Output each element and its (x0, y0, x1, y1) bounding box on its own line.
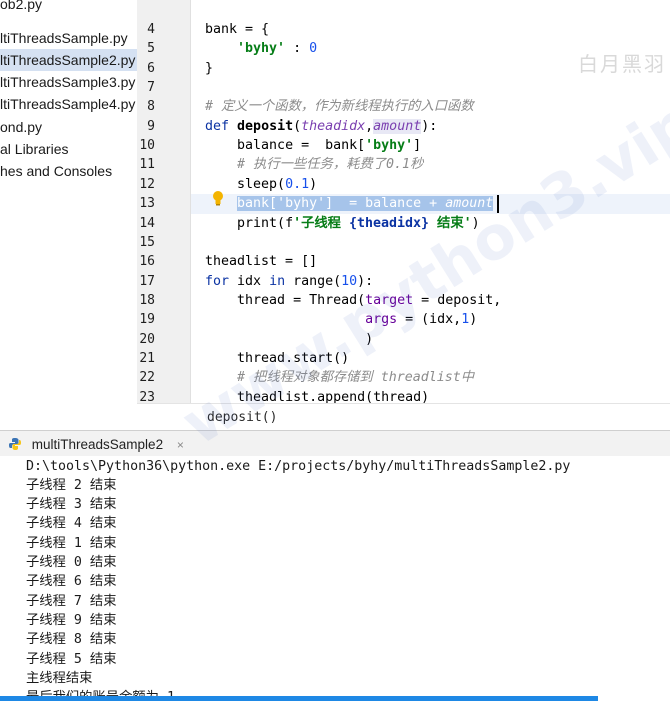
line-number: 12 (139, 177, 155, 192)
code-line: def deposit(theadidx,amount): (205, 119, 438, 134)
console-line: 子线程 3 结束 (26, 497, 117, 512)
line-number: 17 (139, 274, 155, 289)
tree-item-file[interactable]: ond.py (0, 116, 42, 138)
tree-item-external-libraries[interactable]: al Libraries (0, 138, 68, 160)
line-number: 9 (147, 119, 155, 134)
console-line: 子线程 6 结束 (26, 574, 117, 589)
code-editor[interactable]: 白月黑羽 bank = { 'byhy' : 0 } # 定义一个函数，作为新线… (191, 0, 670, 403)
code-line: } (205, 61, 214, 76)
console-line: D:\tools\Python36\python.exe E:/projects… (26, 459, 571, 474)
console-line: 子线程 9 结束 (26, 613, 117, 628)
python-icon (9, 438, 21, 450)
code-line: thread = Thread(target = deposit, (237, 293, 502, 308)
console-line: 子线程 0 结束 (26, 555, 117, 570)
line-number: 14 (139, 216, 155, 231)
code-line: theadlist.append(thread) (237, 390, 430, 403)
console-line: 子线程 8 结束 (26, 632, 117, 647)
console-line: 主线程结束 (26, 671, 93, 686)
code-line: print(f'子线程 {theadidx} 结束') (237, 216, 480, 231)
code-comment: # 把线程对象都存储到 threadlist中 (237, 370, 475, 385)
editor-gutter: 4 5 6 7 8 9 10 11 12 13 14 15 16 17 18 1… (137, 0, 324, 405)
code-comment: # 执行一些任务，耗费了0.1秒 (237, 157, 424, 172)
line-number-current: 13 (139, 196, 155, 211)
run-tab-label: multiThreadsSample2 (31, 437, 164, 452)
console-line: 子线程 1 结束 (26, 536, 117, 551)
line-number: 10 (139, 138, 155, 153)
line-number: 21 (139, 351, 155, 366)
line-number: 20 (139, 332, 155, 347)
code-line: 'byhy' : 0 (237, 41, 318, 56)
line-number: 15 (139, 235, 155, 250)
lightbulb-icon[interactable] (211, 190, 225, 206)
line-number: 4 (147, 22, 155, 37)
line-number: 18 (139, 293, 155, 308)
tree-item-file[interactable]: ltiThreadsSample.py (0, 27, 128, 49)
code-line: args = (idx,1) (365, 312, 478, 327)
console-line: 子线程 4 结束 (26, 516, 117, 531)
run-tab[interactable]: multiThreadsSample2 × (8, 435, 184, 455)
line-number: 7 (147, 80, 155, 95)
breadcrumb[interactable]: deposit() (207, 410, 277, 425)
close-icon[interactable]: × (177, 438, 184, 452)
progress-bar (0, 696, 598, 701)
code-line: for idx in range(10): (205, 274, 374, 289)
console-line: 子线程 7 结束 (26, 594, 117, 609)
line-number: 8 (147, 99, 155, 114)
breadcrumb-bar: deposit() (137, 403, 670, 431)
console-line: 子线程 5 结束 (26, 652, 117, 667)
tree-item-scratches[interactable]: hes and Consoles (0, 160, 112, 182)
line-number: 11 (139, 157, 155, 172)
code-comment: # 定义一个函数，作为新线程执行的入口函数 (205, 99, 474, 114)
code-line: bank = { (205, 22, 270, 37)
code-line: balance = bank['byhy'] (237, 138, 422, 153)
console-line: 子线程 2 结束 (26, 478, 117, 493)
line-number: 5 (147, 41, 155, 56)
line-number: 22 (139, 370, 155, 385)
watermark-logo: 白月黑羽 (578, 52, 666, 76)
code-line-selected: bank['byhy'] = balance + amount (237, 196, 494, 211)
line-number: 16 (139, 254, 155, 269)
code-line: theadlist = [] (205, 254, 318, 269)
line-number: 19 (139, 312, 155, 327)
line-number: 6 (147, 61, 155, 76)
run-tool-window-header: multiThreadsSample2 × (0, 430, 670, 458)
code-line: ) (365, 332, 374, 347)
text-caret (497, 195, 499, 213)
console-output[interactable]: D:\tools\Python36\python.exe E:/projects… (0, 456, 670, 701)
code-line: thread.start() (237, 351, 350, 366)
tree-item-file[interactable]: ob2.py (0, 0, 42, 15)
